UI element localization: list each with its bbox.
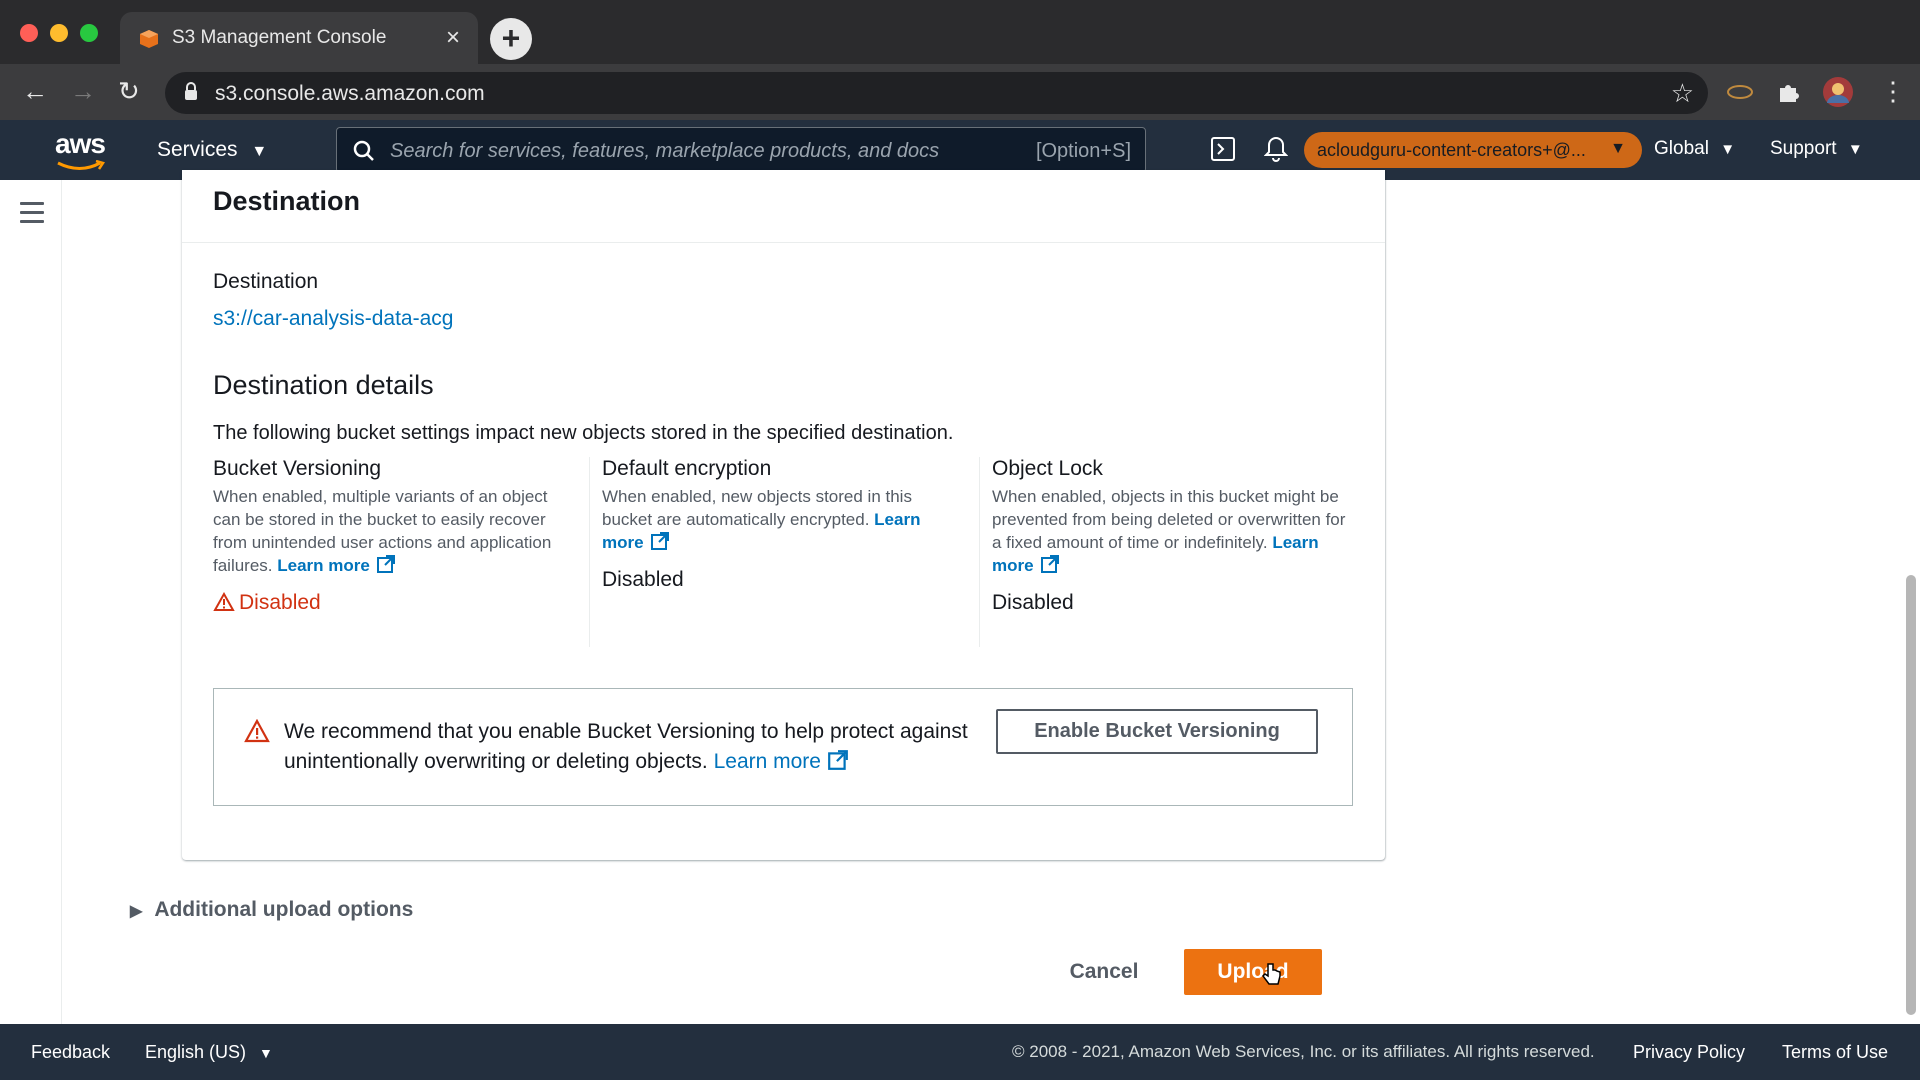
window-maximize-button[interactable]	[80, 24, 98, 42]
external-link-icon[interactable]	[1040, 554, 1060, 574]
warning-icon	[244, 719, 270, 743]
support-menu[interactable]: Support ▼	[1770, 138, 1863, 160]
browser-tab-strip: S3 Management Console × +	[0, 0, 1920, 64]
destination-bucket-link[interactable]: s3://car-analysis-data-acg	[213, 307, 453, 331]
column-divider	[589, 457, 590, 647]
window-minimize-button[interactable]	[50, 24, 68, 42]
chevron-down-icon: ▼	[259, 1045, 273, 1061]
chevron-down-icon: ▼	[251, 143, 268, 160]
object-lock-column: Object Lock When enabled, objects in thi…	[992, 457, 1352, 615]
encryption-description-text: When enabled, new objects stored in this…	[602, 487, 912, 529]
column-divider	[979, 457, 980, 647]
pointer-cursor-icon	[1262, 963, 1281, 985]
profile-avatar-icon[interactable]	[1822, 76, 1854, 108]
support-label: Support	[1770, 138, 1837, 159]
upload-button[interactable]: Upload	[1184, 949, 1322, 995]
language-selector[interactable]: English (US) ▼	[145, 1042, 273, 1063]
cancel-button[interactable]: Cancel	[1068, 950, 1140, 994]
tab-close-icon[interactable]: ×	[446, 24, 460, 52]
search-input[interactable]: Search for services, features, marketpla…	[336, 127, 1146, 173]
extension-icon[interactable]	[1726, 80, 1754, 104]
enable-bucket-versioning-button[interactable]: Enable Bucket Versioning	[996, 709, 1318, 754]
default-encryption-column: Default encryption When enabled, new obj…	[602, 457, 962, 592]
language-label: English (US)	[145, 1042, 247, 1062]
alert-message: We recommend that you enable Bucket Vers…	[284, 717, 984, 777]
region-label: Global	[1654, 138, 1709, 159]
notifications-bell-icon[interactable]	[1264, 136, 1288, 162]
url-text: s3.console.aws.amazon.com	[215, 82, 485, 105]
feedback-link[interactable]: Feedback	[31, 1042, 110, 1063]
window-close-button[interactable]	[20, 24, 38, 42]
back-icon[interactable]: ←	[22, 76, 48, 107]
versioning-status: Disabled	[213, 591, 573, 615]
side-nav-rail	[0, 180, 62, 1024]
aws-smile-icon	[57, 160, 105, 170]
new-tab-button[interactable]: +	[490, 18, 532, 60]
lock-icon	[185, 82, 197, 100]
search-shortcut: [Option+S]	[1035, 140, 1131, 162]
caret-right-icon: ▶	[130, 903, 143, 920]
chevron-down-icon: ▼	[1720, 141, 1736, 158]
browser-toolbar: ← → ↻ s3.console.aws.amazon.com ☆ ⋮	[0, 64, 1920, 120]
destination-details-title: Destination details	[213, 370, 434, 400]
page-scrollbar[interactable]	[1900, 180, 1920, 1024]
external-link-icon[interactable]	[827, 749, 849, 771]
forward-icon[interactable]: →	[70, 76, 96, 107]
aws-logo[interactable]: aws	[55, 128, 106, 160]
aws-footer: Feedback English (US) ▼ © 2008 - 2021, A…	[0, 1024, 1920, 1080]
additional-upload-options-toggle[interactable]: ▶ Additional upload options	[130, 898, 413, 922]
encryption-description: When enabled, new objects stored in this…	[602, 485, 962, 554]
object-lock-title: Object Lock	[992, 457, 1103, 480]
account-label: acloudguru-content-creators+@...	[1317, 140, 1586, 160]
services-label: Services	[157, 138, 238, 161]
versioning-status-text: Disabled	[239, 591, 321, 614]
browser-menu-icon[interactable]: ⋮	[1880, 76, 1906, 107]
bookmark-star-icon[interactable]: ☆	[1671, 78, 1694, 109]
additional-upload-options-label: Additional upload options	[154, 898, 414, 921]
external-link-icon[interactable]	[650, 531, 670, 551]
browser-tab[interactable]: S3 Management Console ×	[120, 12, 478, 64]
object-lock-description: When enabled, objects in this bucket mig…	[992, 485, 1352, 577]
tab-title: S3 Management Console	[172, 27, 387, 48]
reload-icon[interactable]: ↻	[118, 76, 140, 107]
address-bar[interactable]: s3.console.aws.amazon.com ☆	[165, 72, 1708, 114]
external-link-icon[interactable]	[376, 554, 396, 574]
search-placeholder: Search for services, features, marketpla…	[390, 140, 940, 162]
encryption-title: Default encryption	[602, 457, 772, 480]
alert-text: We recommend that you enable Bucket Vers…	[284, 720, 968, 773]
bucket-versioning-column: Bucket Versioning When enabled, multiple…	[213, 457, 573, 615]
s3-favicon-icon	[140, 30, 158, 48]
hamburger-menu-icon[interactable]	[20, 202, 44, 229]
encryption-status: Disabled	[602, 568, 684, 591]
versioning-learn-more-link[interactable]: Learn more	[277, 556, 370, 575]
versioning-recommendation-alert: We recommend that you enable Bucket Vers…	[213, 688, 1353, 806]
chevron-down-icon: ▼	[1847, 141, 1863, 158]
destination-panel: Destination Destination s3://car-analysi…	[182, 170, 1385, 860]
extensions-puzzle-icon[interactable]	[1776, 80, 1800, 104]
privacy-policy-link[interactable]: Privacy Policy	[1633, 1042, 1745, 1063]
cloudshell-icon[interactable]	[1210, 136, 1236, 162]
warning-icon	[213, 591, 235, 611]
chevron-down-icon: ▼	[1610, 140, 1626, 157]
services-menu[interactable]: Services ▼	[157, 138, 267, 162]
object-lock-status: Disabled	[992, 591, 1074, 614]
panel-header: Destination	[182, 170, 1385, 243]
account-menu[interactable]: acloudguru-content-creators+@... ▼	[1304, 132, 1642, 168]
panel-title: Destination	[213, 186, 361, 216]
versioning-title: Bucket Versioning	[213, 457, 382, 480]
scrollbar-thumb[interactable]	[1906, 575, 1916, 1015]
search-icon	[353, 140, 374, 161]
versioning-description: When enabled, multiple variants of an ob…	[213, 485, 573, 577]
terms-of-use-link[interactable]: Terms of Use	[1782, 1042, 1888, 1063]
copyright-text: © 2008 - 2021, Amazon Web Services, Inc.…	[1012, 1042, 1595, 1061]
destination-label: Destination	[213, 270, 319, 293]
region-menu[interactable]: Global ▼	[1654, 138, 1735, 160]
alert-learn-more-link[interactable]: Learn more	[714, 750, 821, 773]
destination-details-description: The following bucket settings impact new…	[213, 422, 954, 444]
